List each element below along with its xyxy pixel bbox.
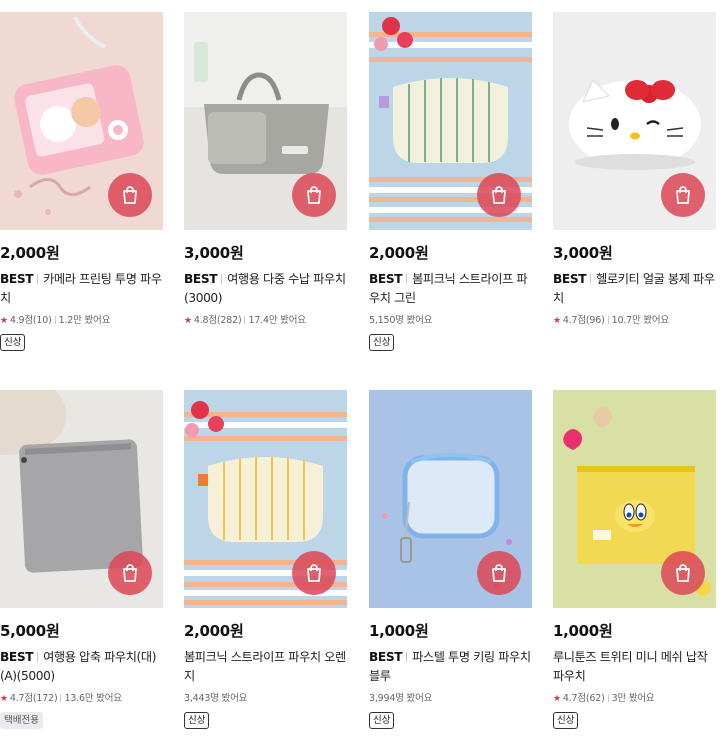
product-image[interactable] xyxy=(553,390,716,608)
add-to-cart-button[interactable] xyxy=(108,551,152,595)
shopping-bag-icon xyxy=(492,186,506,204)
star-icon: ★ xyxy=(0,316,8,326)
best-label: BEST xyxy=(184,272,218,286)
product-meta: 5,150명 봤어요 xyxy=(369,312,532,326)
add-to-cart-button[interactable] xyxy=(477,551,521,595)
rating: 4.7점(62) xyxy=(562,693,605,704)
view-count: 3,443명 봤어요 xyxy=(184,693,248,704)
product-title[interactable]: BEST 헬로키티 얼굴 봉제 파우치 xyxy=(553,270,716,308)
product-price: 1,000원 xyxy=(369,622,429,640)
new-badge: 신상 xyxy=(553,712,579,729)
product-image[interactable] xyxy=(0,12,163,230)
divider xyxy=(54,316,56,324)
product-name: 봄피크닉 스트라이프 파우치 오렌지 xyxy=(184,650,346,683)
product-title[interactable]: BEST 여행용 압축 파우치(대)(A)(5000) xyxy=(0,648,163,686)
product-price: 3,000원 xyxy=(184,244,244,262)
rating: 4.7점(96) xyxy=(562,315,605,326)
best-label: BEST xyxy=(369,272,403,286)
shopping-bag-icon xyxy=(676,564,690,582)
view-count: 17.4만 봤어요 xyxy=(248,315,306,326)
star-icon: ★ xyxy=(553,694,561,704)
best-label: BEST xyxy=(0,650,34,664)
new-badge: 신상 xyxy=(184,712,210,729)
new-badge: 신상 xyxy=(0,334,26,351)
star-icon: ★ xyxy=(0,694,8,704)
product-card[interactable]: 5,000원 BEST 여행용 압축 파우치(대)(A)(5000) ★ 4.7점(… xyxy=(0,390,163,729)
best-label: BEST xyxy=(0,272,34,286)
product-card[interactable]: 2,000원 BEST 카메라 프린팅 투명 파우치 ★ 4.9점(10) 1.2만 … xyxy=(0,12,163,351)
divider xyxy=(590,274,592,284)
product-title[interactable]: BEST 카메라 프린팅 투명 파우치 xyxy=(0,270,163,308)
divider xyxy=(244,316,246,324)
shopping-bag-icon xyxy=(123,564,137,582)
product-meta: ★ 4.8점(282) 17.4만 봤어요 xyxy=(184,312,347,326)
product-meta: ★ 4.7점(172) 13.6만 봤어요 xyxy=(0,690,163,704)
divider xyxy=(221,274,223,284)
divider xyxy=(406,274,408,284)
best-label: BEST xyxy=(553,272,587,286)
product-card[interactable]: 2,000원 봄피크닉 스트라이프 파우치 오렌지 3,443명 봤어요 신상 xyxy=(184,390,347,729)
product-title[interactable]: 봄피크닉 스트라이프 파우치 오렌지 xyxy=(184,648,347,686)
shopping-bag-icon xyxy=(492,564,506,582)
star-icon: ★ xyxy=(184,316,192,326)
divider xyxy=(37,274,39,284)
product-image[interactable] xyxy=(0,390,163,608)
product-price: 2,000원 xyxy=(369,244,429,262)
product-price: 1,000원 xyxy=(553,622,613,640)
product-title[interactable]: 루니툰즈 트위티 미니 메쉬 납작 파우치 xyxy=(553,648,716,686)
shopping-bag-icon xyxy=(676,186,690,204)
view-count: 1.2만 봤어요 xyxy=(58,315,111,326)
product-card[interactable]: 1,000원 루니툰즈 트위티 미니 메쉬 납작 파우치 ★ 4.7점(62) 3만… xyxy=(553,390,716,729)
product-meta: ★ 4.7점(62) 3만 봤어요 xyxy=(553,690,716,704)
delivery-only-badge: 택배전용 xyxy=(0,712,43,729)
view-count: 10.7만 봤어요 xyxy=(611,315,670,326)
add-to-cart-button[interactable] xyxy=(108,173,152,217)
product-image[interactable] xyxy=(369,390,532,608)
product-title[interactable]: BEST 봄피크닉 스트라이프 파우치 그린 xyxy=(369,270,532,308)
best-label: BEST xyxy=(369,650,403,664)
product-meta: 3,994명 봤어요 xyxy=(369,690,532,704)
add-to-cart-button[interactable] xyxy=(477,173,521,217)
product-meta: ★ 4.7점(96) 10.7만 봤어요 xyxy=(553,312,716,326)
product-image[interactable] xyxy=(184,12,347,230)
product-meta: 3,443명 봤어요 xyxy=(184,690,347,704)
view-count: 5,150명 봤어요 xyxy=(369,315,433,326)
add-to-cart-button[interactable] xyxy=(661,173,705,217)
shopping-bag-icon xyxy=(307,186,321,204)
product-card[interactable]: 1,000원 BEST 파스텔 투명 키링 파우치 블루 3,994명 봤어요 신… xyxy=(369,390,532,729)
divider xyxy=(406,652,408,662)
shopping-bag-icon xyxy=(123,186,137,204)
divider xyxy=(607,694,609,702)
product-image[interactable] xyxy=(184,390,347,608)
product-name: 루니툰즈 트위티 미니 메쉬 납작 파우치 xyxy=(553,650,708,683)
product-meta: ★ 4.9점(10) 1.2만 봤어요 xyxy=(0,312,163,326)
product-price: 2,000원 xyxy=(184,622,244,640)
product-price: 3,000원 xyxy=(553,244,613,262)
product-card[interactable]: 3,000원 BEST 여행용 다중 수납 파우치(3000) ★ 4.8점(282… xyxy=(184,12,347,326)
divider xyxy=(37,652,39,662)
rating: 4.9점(10) xyxy=(9,315,52,326)
product-card[interactable]: 3,000원 BEST 헬로키티 얼굴 봉제 파우치 ★ 4.7점(96) 10.7만… xyxy=(553,12,716,326)
view-count: 3,994명 봤어요 xyxy=(369,693,433,704)
divider xyxy=(60,694,62,702)
product-price: 5,000원 xyxy=(0,622,60,640)
product-title[interactable]: BEST 파스텔 투명 키링 파우치 블루 xyxy=(369,648,532,686)
rating: 4.7점(172) xyxy=(9,693,58,704)
product-image[interactable] xyxy=(553,12,716,230)
star-icon: ★ xyxy=(553,316,561,326)
view-count: 3만 봤어요 xyxy=(611,693,655,704)
new-badge: 신상 xyxy=(369,712,395,729)
product-price: 2,000원 xyxy=(0,244,60,262)
view-count: 13.6만 봤어요 xyxy=(64,693,122,704)
product-image[interactable] xyxy=(369,12,532,230)
add-to-cart-button[interactable] xyxy=(292,173,336,217)
add-to-cart-button[interactable] xyxy=(292,551,336,595)
shopping-bag-icon xyxy=(307,564,321,582)
divider xyxy=(607,316,609,324)
product-title[interactable]: BEST 여행용 다중 수납 파우치(3000) xyxy=(184,270,347,308)
new-badge: 신상 xyxy=(369,334,395,351)
product-card[interactable]: 2,000원 BEST 봄피크닉 스트라이프 파우치 그린 5,150명 봤어요 … xyxy=(369,12,532,351)
rating: 4.8점(282) xyxy=(193,315,242,326)
add-to-cart-button[interactable] xyxy=(661,551,705,595)
